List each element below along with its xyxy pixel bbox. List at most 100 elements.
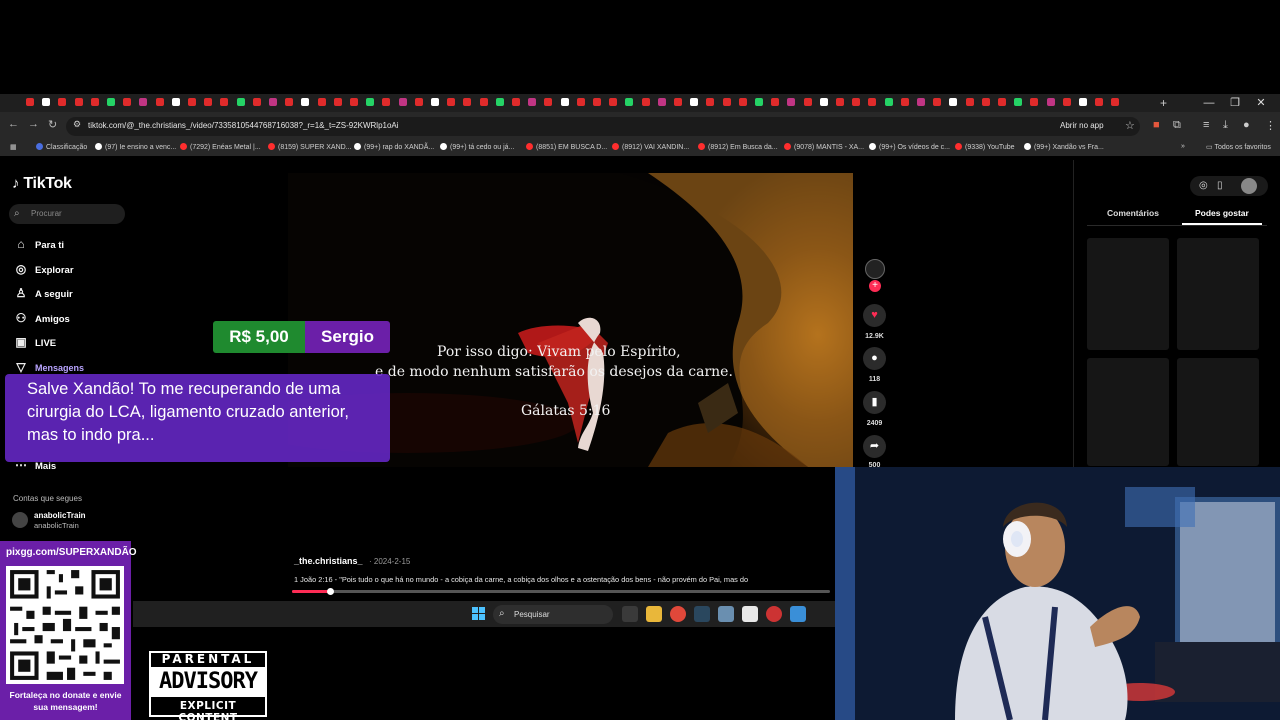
browser-menu-icon[interactable]: ⋮ <box>1265 119 1276 132</box>
settings-icon[interactable] <box>718 606 734 622</box>
sidebar-item-compass[interactable]: ◎ Explorar <box>13 262 74 276</box>
more-bookmarks-icon[interactable]: » <box>1181 143 1185 150</box>
browser-tab[interactable] <box>479 98 488 106</box>
suggested-video-thumbnail[interactable] <box>1087 358 1169 466</box>
bookmark-item[interactable]: (99+) rap do XANDÃ... <box>354 143 434 151</box>
browser-tab[interactable] <box>1046 98 1055 106</box>
browser-tab[interactable] <box>981 98 990 106</box>
browser-tab[interactable] <box>90 98 99 106</box>
browser-tab[interactable] <box>1030 98 1039 106</box>
tiktok-logo[interactable]: ♪ TikTok <box>12 175 72 193</box>
compass-icon[interactable]: ◎ <box>1199 180 1208 191</box>
browser-tab[interactable] <box>463 98 472 106</box>
browser-tab[interactable] <box>1079 98 1087 106</box>
all-favorites-folder[interactable]: ▭ Todos os favoritos <box>1206 143 1271 151</box>
browser-tab[interactable] <box>852 98 861 106</box>
suggested-video-thumbnail[interactable] <box>1087 238 1169 350</box>
windows-start-icon[interactable] <box>472 607 486 621</box>
bookmark-item[interactable]: (8159) SUPER XAND... <box>268 143 352 151</box>
bookmark-item[interactable]: (9338) YouTube <box>955 143 1015 151</box>
browser-tab[interactable] <box>26 98 34 106</box>
extensions-puzzle-icon[interactable]: ⧉ <box>1173 119 1181 132</box>
browser-tab[interactable] <box>366 98 375 106</box>
browser-tab[interactable] <box>787 98 796 106</box>
browser-tab[interactable] <box>155 98 164 106</box>
new-tab-icon[interactable]: + <box>1160 96 1167 110</box>
bookmark-item[interactable]: (8912) VAI XANDIN... <box>612 143 689 151</box>
download-icon[interactable]: ⤓ <box>1223 119 1228 132</box>
bookmark-item[interactable]: Classificação <box>36 143 87 151</box>
browser-tab[interactable] <box>220 98 229 106</box>
browser-tab[interactable] <box>350 98 358 106</box>
close-icon[interactable]: ✕ <box>1248 96 1274 109</box>
browser-tab[interactable] <box>819 98 828 106</box>
browser-tab[interactable] <box>1111 98 1120 106</box>
sidebar-item-live[interactable]: ▣ LIVE <box>13 335 56 349</box>
browser-tab[interactable] <box>593 98 601 106</box>
browser-tab[interactable] <box>382 98 391 106</box>
suggested-video-thumbnail[interactable] <box>1177 238 1259 350</box>
browser-tab[interactable] <box>431 98 439 106</box>
site-info-icon[interactable]: ⚙ <box>73 119 81 130</box>
browser-tab[interactable] <box>544 98 553 106</box>
browser-tab[interactable] <box>252 98 261 106</box>
account-name[interactable]: anabolicTrain <box>34 511 86 520</box>
browser-tab[interactable] <box>803 98 812 106</box>
browser-tab[interactable] <box>512 98 520 106</box>
browser-tab[interactable] <box>868 98 877 106</box>
browser-tab[interactable] <box>58 98 67 106</box>
browser-tab[interactable] <box>269 98 277 106</box>
bookmark-item[interactable]: (8851) EM BUSCA D... <box>526 143 607 151</box>
browser-tab[interactable] <box>139 98 148 106</box>
file-explorer-icon[interactable] <box>646 606 662 622</box>
browser-tab[interactable] <box>884 98 893 106</box>
sidebar-item-following[interactable]: ♙ A seguir <box>13 286 73 300</box>
comment-icon[interactable]: ● <box>863 347 886 370</box>
browser-tab[interactable] <box>42 98 51 106</box>
bookmark-item[interactable]: (97) Ie ensino a venc... <box>95 143 176 151</box>
browser-tab[interactable] <box>576 98 585 106</box>
bookmark-item[interactable]: (99+) Xandão vs Fra... <box>1024 143 1104 151</box>
browser-tab[interactable] <box>933 98 942 106</box>
open-in-app-button[interactable]: Abrir no app <box>1060 121 1104 130</box>
extension-icon[interactable]: ■ <box>1153 119 1160 131</box>
bookmark-item[interactable]: (8912) Em Busca da... <box>698 143 778 151</box>
like-heart-icon[interactable]: ♥ <box>863 304 886 327</box>
notepad-icon[interactable] <box>742 606 758 622</box>
chrome-icon[interactable] <box>670 606 686 622</box>
browser-tab[interactable] <box>949 98 958 106</box>
browser-tab[interactable] <box>447 98 456 106</box>
bookmark-star-icon[interactable]: ☆ <box>1125 119 1135 132</box>
obs-icon[interactable] <box>766 606 782 622</box>
bookmark-item[interactable]: (99+) Os vídeos de c... <box>869 143 950 151</box>
bookmark-icon[interactable]: ▮ <box>863 391 886 414</box>
suggested-video-thumbnail[interactable] <box>1177 358 1259 466</box>
browser-tab[interactable] <box>690 98 699 106</box>
tab-you-may-like[interactable]: Podes gostar <box>1195 208 1249 218</box>
browser-tab[interactable] <box>917 98 925 106</box>
browser-tab[interactable] <box>625 98 634 106</box>
media-icon[interactable]: ≡ <box>1203 119 1209 131</box>
sidebar-item-home[interactable]: ⌂ Para ti <box>13 237 64 251</box>
browser-tab[interactable] <box>495 98 504 106</box>
browser-tab[interactable] <box>301 98 310 106</box>
browser-tab[interactable] <box>398 98 407 106</box>
bookmark-item[interactable]: (99+) tá cedo ou já... <box>440 143 514 151</box>
browser-tab[interactable] <box>236 98 245 106</box>
browser-tab[interactable] <box>285 98 294 106</box>
bookmark-item[interactable]: (7292) Enéas Metal |... <box>180 143 261 151</box>
minimize-icon[interactable]: — <box>1196 97 1222 109</box>
phone-icon[interactable]: ▯ <box>1217 180 1223 191</box>
browser-tab[interactable] <box>560 98 569 106</box>
browser-tab[interactable] <box>204 98 213 106</box>
steam-icon[interactable] <box>694 606 710 622</box>
browser-tab[interactable] <box>1062 98 1071 106</box>
maximize-icon[interactable]: ❐ <box>1222 96 1248 109</box>
browser-tab[interactable] <box>836 98 844 106</box>
url-text[interactable]: tiktok.com/@_the.christians_/video/73358… <box>88 121 399 130</box>
browser-tab[interactable] <box>171 98 180 106</box>
browser-tab[interactable] <box>609 98 618 106</box>
sidebar-item-friends[interactable]: ⚇ Amigos <box>13 311 70 325</box>
follow-plus-icon[interactable]: + <box>869 280 881 292</box>
search-input[interactable] <box>9 204 125 224</box>
